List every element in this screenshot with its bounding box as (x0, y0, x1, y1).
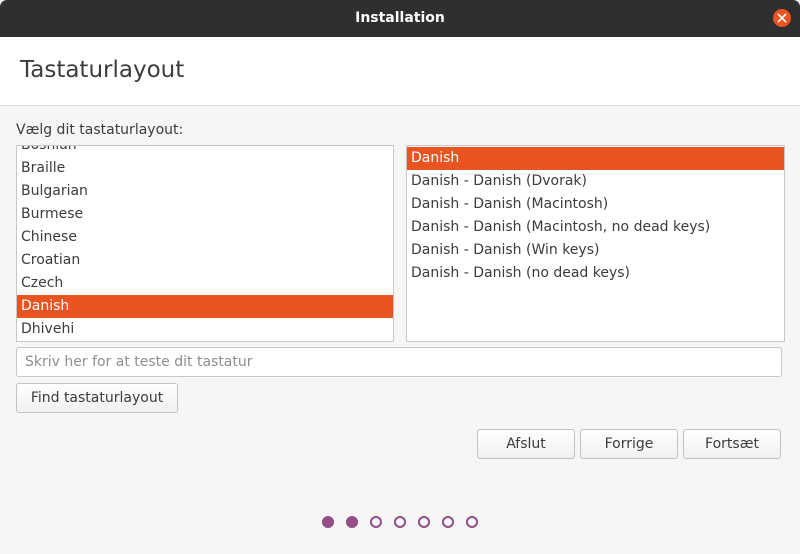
layout-list-item[interactable]: Croatian (17, 249, 393, 272)
layout-list-item[interactable]: Burmese (17, 203, 393, 226)
title-bar[interactable]: Installation (0, 0, 800, 37)
progress-dot-completed (322, 516, 334, 528)
layout-list-item[interactable]: Bulgarian (17, 180, 393, 203)
variant-list-items: Danish Danish - Danish (Dvorak) Danish - D… (407, 147, 784, 285)
layout-list-items: Bosnian Braille Bulgarian Burmese Chinese Cro… (17, 146, 393, 341)
layout-list-item[interactable]: Braille (17, 157, 393, 180)
progress-dot-pending (466, 516, 478, 528)
find-layout-button[interactable]: Find tastaturlayout (16, 383, 178, 413)
layout-list-item[interactable]: Bosnian (17, 146, 393, 157)
layout-prompt-label: Vælg dit tastaturlayout: (16, 122, 184, 138)
progress-indicator (0, 516, 800, 532)
installer-window: Installation Tastaturlayout Vælg dit tas… (0, 0, 800, 554)
variant-list-item[interactable]: Danish - Danish (Win keys) (407, 239, 784, 262)
page-title: Tastaturlayout (20, 57, 185, 83)
keyboard-test-input[interactable] (16, 347, 782, 377)
layout-list-item[interactable]: Danish (17, 295, 393, 318)
variant-list-item[interactable]: Danish - Danish (Macintosh) (407, 193, 784, 216)
variant-list[interactable]: Danish Danish - Danish (Dvorak) Danish - D… (406, 145, 785, 342)
layout-list-item[interactable]: Czech (17, 272, 393, 295)
progress-dot-pending (394, 516, 406, 528)
window-title: Installation (355, 10, 445, 26)
variant-list-item[interactable]: Danish - Danish (Dvorak) (407, 170, 784, 193)
progress-dot-pending (418, 516, 430, 528)
page-header: Tastaturlayout (0, 37, 800, 106)
variant-list-item[interactable]: Danish (407, 147, 784, 170)
variant-list-item[interactable]: Danish - Danish (Macintosh, no dead keys… (407, 216, 784, 239)
layout-list-item[interactable]: Chinese (17, 226, 393, 249)
back-button[interactable]: Forrige (580, 429, 678, 459)
variant-list-item[interactable]: Danish - Danish (no dead keys) (407, 262, 784, 285)
layout-list-item[interactable]: Dhivehi (17, 318, 393, 341)
progress-dot-pending (442, 516, 454, 528)
progress-dot-completed (346, 516, 358, 528)
continue-button[interactable]: Fortsæt (683, 429, 781, 459)
close-button[interactable] (773, 9, 791, 27)
layout-list[interactable]: Bosnian Braille Bulgarian Burmese Chinese Cro… (16, 145, 394, 342)
quit-button[interactable]: Afslut (477, 429, 575, 459)
close-icon (777, 13, 787, 23)
progress-dot-pending (370, 516, 382, 528)
